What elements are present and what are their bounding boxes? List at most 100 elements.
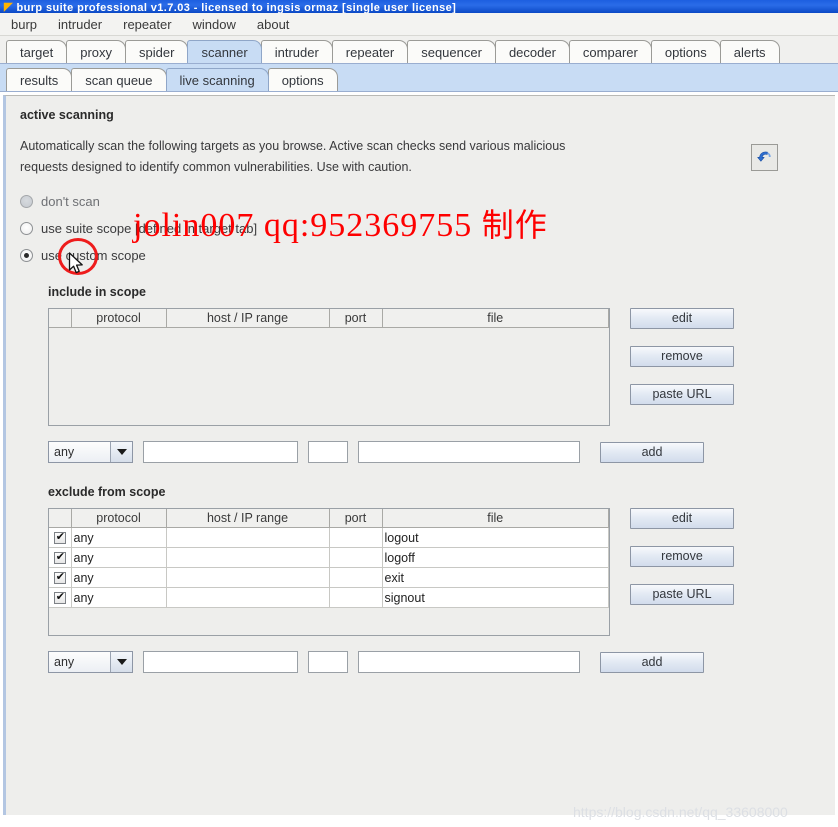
exclude-protocol-value: any xyxy=(49,652,110,672)
checkbox-checked-icon[interactable] xyxy=(53,531,66,545)
include-file-input[interactable] xyxy=(358,441,580,463)
row-checkbox-cell[interactable] xyxy=(49,567,72,588)
row-checkbox-cell[interactable] xyxy=(49,527,72,548)
subtab-options[interactable]: options xyxy=(267,68,338,91)
tab-proxy[interactable]: proxy xyxy=(66,40,127,63)
exclude-scope-rows: any logout any logoff any exit any signout xyxy=(49,527,609,608)
row-file[interactable]: logoff xyxy=(382,547,609,568)
scan-mode-option-suite-scope[interactable]: use suite scope [defined in target tab] xyxy=(20,221,835,236)
row-protocol[interactable]: any xyxy=(71,587,167,608)
subtab-scan-queue[interactable]: scan queue xyxy=(71,68,167,91)
restore-defaults-button[interactable] xyxy=(751,144,778,171)
window-title: burp suite professional v1.7.03 - licens… xyxy=(16,2,457,14)
undo-restore-icon xyxy=(757,151,771,162)
checkbox-checked-icon[interactable] xyxy=(53,571,66,585)
tab-comparer[interactable]: comparer xyxy=(568,40,652,63)
exclude-protocol-select[interactable]: any xyxy=(48,651,133,673)
row-port[interactable] xyxy=(329,567,383,588)
tab-target[interactable]: target xyxy=(6,40,68,63)
scan-mode-label-suite-scope: use suite scope [defined in target tab] xyxy=(41,221,258,236)
column-file[interactable]: file xyxy=(382,509,609,528)
exclude-host-input[interactable] xyxy=(143,651,298,673)
column-port[interactable]: port xyxy=(329,309,383,328)
exclude-remove-button[interactable]: remove xyxy=(630,546,734,567)
scan-mode-option-custom-scope[interactable]: use custom scope xyxy=(20,248,835,263)
row-protocol[interactable]: any xyxy=(71,547,167,568)
include-host-input[interactable] xyxy=(143,441,298,463)
column-host[interactable]: host / IP range xyxy=(166,309,330,328)
exclude-scope-empty-area[interactable] xyxy=(49,608,609,635)
include-port-input[interactable] xyxy=(308,441,348,463)
column-check[interactable] xyxy=(49,509,72,528)
column-protocol[interactable]: protocol xyxy=(71,309,167,328)
exclude-scope-buttons: edit remove paste URL xyxy=(630,508,734,622)
tab-scanner[interactable]: scanner xyxy=(187,40,262,63)
row-protocol[interactable]: any xyxy=(71,527,167,548)
row-protocol[interactable]: any xyxy=(71,567,167,588)
tab-spider[interactable]: spider xyxy=(125,40,189,63)
include-scope-empty-area[interactable] xyxy=(49,328,609,425)
scan-mode-option-dont-scan[interactable]: don't scan xyxy=(20,194,835,209)
row-file[interactable]: exit xyxy=(382,567,609,588)
exclude-edit-button[interactable]: edit xyxy=(630,508,734,529)
subtab-live-scanning[interactable]: live scanning xyxy=(165,68,269,91)
include-protocol-value: any xyxy=(49,442,110,462)
tab-repeater[interactable]: repeater xyxy=(331,40,409,63)
tab-decoder[interactable]: decoder xyxy=(494,40,570,63)
exclude-file-input[interactable] xyxy=(358,651,580,673)
row-host[interactable] xyxy=(166,567,330,588)
table-row[interactable]: any logoff xyxy=(49,547,609,568)
column-port[interactable]: port xyxy=(329,509,383,528)
tab-sequencer[interactable]: sequencer xyxy=(407,40,496,63)
row-checkbox-cell[interactable] xyxy=(49,587,72,608)
tab-options[interactable]: options xyxy=(650,40,721,63)
menu-item-burp[interactable]: burp xyxy=(8,15,47,34)
radio-use-custom-scope[interactable] xyxy=(20,249,33,262)
chevron-down-icon[interactable] xyxy=(110,652,132,672)
include-paste-url-button[interactable]: paste URL xyxy=(630,384,734,405)
row-file[interactable]: signout xyxy=(382,587,609,608)
menubar: burp intruder repeater window about xyxy=(0,13,838,36)
row-port[interactable] xyxy=(329,547,383,568)
chevron-down-icon[interactable] xyxy=(110,442,132,462)
include-edit-button[interactable]: edit xyxy=(630,308,734,329)
menu-item-repeater[interactable]: repeater xyxy=(120,15,181,34)
exclude-scope-add-row: any add xyxy=(48,651,835,673)
tab-intruder[interactable]: intruder xyxy=(260,40,333,63)
menu-item-intruder[interactable]: intruder xyxy=(55,15,112,34)
radio-dont-scan[interactable] xyxy=(20,195,33,208)
table-row[interactable]: any signout xyxy=(49,587,609,608)
menu-item-window[interactable]: window xyxy=(190,15,246,34)
row-host[interactable] xyxy=(166,547,330,568)
window-titlebar: ◤ burp suite professional v1.7.03 - lice… xyxy=(0,0,838,13)
exclude-add-button[interactable]: add xyxy=(600,651,704,673)
row-port[interactable] xyxy=(329,527,383,548)
column-check[interactable] xyxy=(49,309,72,328)
column-protocol[interactable]: protocol xyxy=(71,509,167,528)
radio-use-suite-scope[interactable] xyxy=(20,222,33,235)
panel-description: Automatically scan the following targets… xyxy=(20,139,566,174)
subtab-results[interactable]: results xyxy=(6,68,73,91)
column-host[interactable]: host / IP range xyxy=(166,509,330,528)
row-file[interactable]: logout xyxy=(382,527,609,548)
exclude-paste-url-button[interactable]: paste URL xyxy=(630,584,734,605)
checkbox-checked-icon[interactable] xyxy=(53,551,66,565)
include-add-button[interactable]: add xyxy=(600,441,704,463)
menu-item-about[interactable]: about xyxy=(254,15,300,34)
sub-tab-strip: results scan queue live scanning options xyxy=(0,64,838,92)
exclude-port-input[interactable] xyxy=(308,651,348,673)
include-remove-button[interactable]: remove xyxy=(630,346,734,367)
row-host[interactable] xyxy=(166,587,330,608)
table-row[interactable]: any logout xyxy=(49,527,609,548)
row-host[interactable] xyxy=(166,527,330,548)
include-scope-buttons: edit remove paste URL xyxy=(630,308,734,422)
exclude-scope-title: exclude from scope xyxy=(48,485,166,499)
column-file[interactable]: file xyxy=(382,309,609,328)
table-row[interactable]: any exit xyxy=(49,567,609,588)
checkbox-checked-icon[interactable] xyxy=(53,591,66,605)
row-port[interactable] xyxy=(329,587,383,608)
table-header-row: protocol host / IP range port file xyxy=(49,309,609,328)
include-protocol-select[interactable]: any xyxy=(48,441,133,463)
tab-alerts[interactable]: alerts xyxy=(719,40,780,63)
row-checkbox-cell[interactable] xyxy=(49,547,72,568)
